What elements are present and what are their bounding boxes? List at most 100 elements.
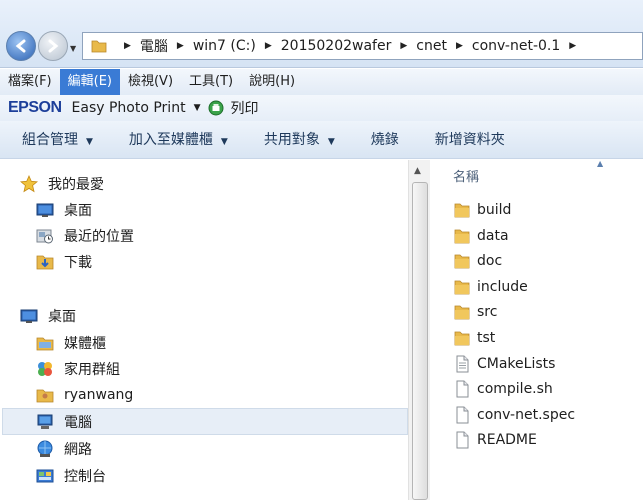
file-item[interactable]: compile.sh [453,377,553,401]
print-icon[interactable] [208,100,224,116]
share-with-button[interactable]: 共用對象 ▼ [264,121,335,159]
nav-label: 我的最愛 [48,177,104,193]
breadcrumb-separator[interactable]: ▶ [124,41,131,51]
menu-file[interactable]: 檔案(F) [0,69,60,95]
folder-item[interactable]: build [453,198,511,222]
nav-item-computer[interactable]: 電腦 [36,409,92,435]
nav-label: 下載 [64,255,92,271]
file-list: ▲ 名稱 build data doc include src tst CMakeLists… [431,159,643,500]
file-name: compile.sh [477,381,553,398]
folder-icon [91,40,107,53]
nav-label: 控制台 [64,469,106,485]
scroll-up-icon[interactable]: ▲ [414,166,421,176]
nav-label: 桌面 [64,203,92,219]
chevron-down-icon: ▼ [220,136,228,147]
nav-label: 最近的位置 [64,229,134,245]
chevron-down-icon: ▼ [86,136,93,147]
breadcrumb-separator[interactable]: ▶ [177,41,184,51]
breadcrumb-folder[interactable]: 20150202wafer [281,38,392,54]
file-icon [453,355,471,373]
nav-item-libraries[interactable]: 媒體櫃 [36,330,106,356]
breadcrumb-folder[interactable]: cnet [416,38,447,54]
control-panel-icon [36,467,54,485]
file-item[interactable]: README [453,428,537,452]
folder-icon [453,227,471,245]
nav-label: 媒體櫃 [64,336,106,352]
file-item[interactable]: CMakeLists [453,352,555,376]
nav-item-control-panel[interactable]: 控制台 [36,463,106,489]
recent-pages-dropdown[interactable]: ▼ [70,44,76,53]
file-name: CMakeLists [477,355,556,372]
breadcrumb-separator[interactable]: ▶ [569,41,576,51]
file-icon [453,431,471,449]
file-name: doc [477,253,503,270]
network-icon [36,440,54,458]
file-item[interactable]: conv-net.spec [453,403,575,427]
menu-bar: 檔案(F) 編輯(E) 檢視(V) 工具(T) 說明(H) [0,69,643,95]
file-name: include [477,278,528,295]
nav-item-downloads[interactable]: 下載 [36,249,92,275]
nav-item-user[interactable]: ryanwang [36,382,133,408]
nav-label: 電腦 [64,415,92,431]
folder-item[interactable]: tst [453,326,495,350]
share-with-label: 共用對象 [263,131,320,148]
nav-item-homegroup[interactable]: 家用群組 [36,356,120,382]
epson-app-button[interactable]: Easy Photo Print [72,100,186,116]
nav-item-network[interactable]: 網路 [36,436,92,462]
new-folder-button[interactable]: 新增資料夾 [435,121,505,159]
breadcrumb-separator[interactable]: ▶ [456,41,463,51]
desktop-icon [36,201,54,219]
organize-button[interactable]: 組合管理 ▼ [22,121,93,159]
navigation-pane: 我的最愛 桌面 最近的位置 下載 桌面 媒體櫃 家用群組 ryanwang 電腦… [0,160,430,500]
organize-label: 組合管理 [22,131,78,148]
nav-desktop[interactable]: 桌面 [20,303,76,329]
command-bar: 組合管理 ▼ 加入至媒體櫃 ▼ 共用對象 ▼ 燒錄 新增資料夾 [0,121,643,159]
scroll-thumb[interactable] [412,182,428,500]
folder-icon [453,278,471,296]
user-folder-icon [36,386,54,404]
menu-help[interactable]: 說明(H) [241,69,303,95]
menu-view[interactable]: 檢視(V) [120,69,181,95]
file-name: README [477,432,537,449]
nav-label: 家用群組 [64,362,120,378]
folder-item[interactable]: data [453,224,509,248]
homegroup-icon [36,360,54,378]
breadcrumb-drive[interactable]: win7 (C:) [193,38,256,54]
burn-button[interactable]: 燒錄 [371,121,399,159]
chevron-down-icon[interactable]: ▼ [194,103,201,113]
breadcrumb-separator[interactable]: ▶ [400,41,407,51]
nav-label: ryanwang [64,387,134,403]
add-to-library-label: 加入至媒體櫃 [128,131,213,148]
desktop-icon [20,307,38,325]
folder-item[interactable]: doc [453,249,502,273]
file-name: data [477,227,509,244]
chevron-down-icon: ▼ [327,136,335,147]
nav-item-desktop[interactable]: 桌面 [36,197,92,223]
nav-item-recent-places[interactable]: 最近的位置 [36,223,134,249]
file-icon [453,406,471,424]
forward-arrow-icon [48,39,59,53]
folder-icon [453,201,471,219]
breadcrumb-separator[interactable]: ▶ [265,41,272,51]
folder-icon [453,303,471,321]
back-arrow-icon [15,39,26,53]
forward-button[interactable] [38,31,68,61]
add-to-library-button[interactable]: 加入至媒體櫃 ▼ [129,121,228,159]
address-row: ▼ ▶ 電腦 ▶ win7 (C:) ▶ 20150202wafer ▶ cne… [0,0,643,68]
folder-item[interactable]: src [453,300,497,324]
menu-tools[interactable]: 工具(T) [181,69,241,95]
address-bar[interactable]: ▶ 電腦 ▶ win7 (C:) ▶ 20150202wafer ▶ cnet … [82,32,643,60]
breadcrumb-computer[interactable]: 電腦 [140,36,168,56]
file-icon [453,380,471,398]
nav-scrollbar[interactable]: ▲ [408,160,430,500]
column-header-name[interactable]: 名稱 [453,166,479,185]
star-icon [20,175,38,193]
breadcrumb-current[interactable]: conv-net-0.1 [472,38,560,54]
computer-icon [36,413,54,431]
nav-favorites[interactable]: 我的最愛 [20,171,104,197]
file-name: tst [477,330,496,346]
back-button[interactable] [6,31,36,61]
print-button[interactable]: 列印 [230,98,258,118]
menu-edit[interactable]: 編輯(E) [59,69,120,95]
folder-item[interactable]: include [453,275,528,299]
